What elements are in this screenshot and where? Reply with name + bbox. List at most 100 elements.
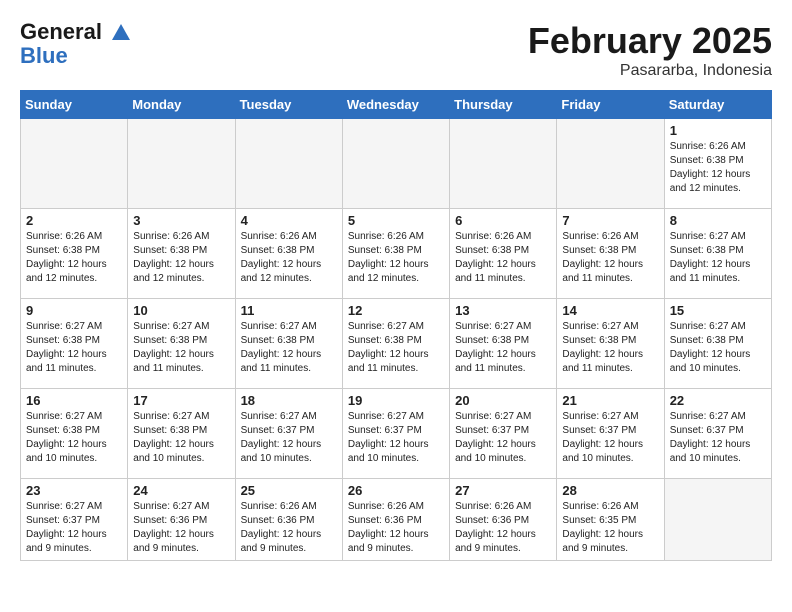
day-info: Sunrise: 6:26 AM Sunset: 6:36 PM Dayligh… <box>348 500 444 556</box>
page-header: General Blue February 2025 Pasararba, In… <box>20 20 772 80</box>
logo-text-general: General <box>20 19 102 44</box>
day-info: Sunrise: 6:26 AM Sunset: 6:38 PM Dayligh… <box>670 140 766 196</box>
calendar-cell: 5Sunrise: 6:26 AM Sunset: 6:38 PM Daylig… <box>342 209 449 299</box>
day-number: 20 <box>455 393 551 408</box>
title-block: February 2025 Pasararba, Indonesia <box>528 20 772 80</box>
day-number: 2 <box>26 213 122 228</box>
calendar-cell: 13Sunrise: 6:27 AM Sunset: 6:38 PM Dayli… <box>450 299 557 389</box>
calendar-cell: 3 Sunrise: 6:26 AM Sunset: 6:38 PM Daylig… <box>128 209 235 299</box>
calendar-week-row: 9 Sunrise: 6:27 AM Sunset: 6:38 PM Daylig… <box>21 299 772 389</box>
day-info: Sunrise: 6:26 AM Sunset: 6:36 PM Dayligh… <box>241 500 337 556</box>
day-number: 3 <box>133 213 229 228</box>
day-info: Sunrise: 6:27 AM Sunset: 6:38 PM Dayligh… <box>562 320 658 376</box>
calendar-cell: 20 Sunrise: 6:27 AM Sunset: 6:37 PM Dayli… <box>450 389 557 479</box>
calendar-cell <box>557 119 664 209</box>
logo-text-blue: Blue <box>20 44 132 68</box>
location-subtitle: Pasararba, Indonesia <box>528 62 772 80</box>
day-info: Sunrise: 6:27 AM Sunset: 6:36 PM Dayligh… <box>133 500 229 556</box>
calendar-cell <box>128 119 235 209</box>
day-info: Sunrise: 6:27 AM Sunset: 6:38 PM Dayligh… <box>133 320 229 376</box>
day-number: 19 <box>348 393 444 408</box>
day-info: Sunrise: 6:26 AM Sunset: 6:36 PM Dayligh… <box>455 500 551 556</box>
day-header-sunday: Sunday <box>21 91 128 119</box>
calendar-cell: 2 Sunrise: 6:26 AM Sunset: 6:38 PM Daylig… <box>21 209 128 299</box>
day-info: Sunrise: 6:27 AM Sunset: 6:38 PM Dayligh… <box>455 320 551 376</box>
day-number: 18 <box>241 393 337 408</box>
day-number: 16 <box>26 393 122 408</box>
day-info: Sunrise: 6:27 AM Sunset: 6:37 PM Dayligh… <box>562 410 658 466</box>
calendar-cell <box>450 119 557 209</box>
day-info: Sunrise: 6:26 AM Sunset: 6:38 PM Dayligh… <box>133 230 229 286</box>
day-info: Sunrise: 6:26 AM Sunset: 6:38 PM Dayligh… <box>348 230 444 286</box>
calendar-cell: 9 Sunrise: 6:27 AM Sunset: 6:38 PM Daylig… <box>21 299 128 389</box>
calendar-cell: 15 Sunrise: 6:27 AM Sunset: 6:38 PM Dayli… <box>664 299 771 389</box>
calendar-cell: 6 Sunrise: 6:26 AM Sunset: 6:38 PM Daylig… <box>450 209 557 299</box>
day-number: 26 <box>348 483 444 498</box>
calendar-cell: 12 Sunrise: 6:27 AM Sunset: 6:38 PM Dayli… <box>342 299 449 389</box>
calendar-cell: 11 Sunrise: 6:27 AM Sunset: 6:38 PM Dayli… <box>235 299 342 389</box>
day-number: 9 <box>26 303 122 318</box>
day-number: 8 <box>670 213 766 228</box>
day-number: 6 <box>455 213 551 228</box>
day-info: Sunrise: 6:27 AM Sunset: 6:38 PM Dayligh… <box>241 320 337 376</box>
calendar-cell: 8 Sunrise: 6:27 AM Sunset: 6:38 PM Daylig… <box>664 209 771 299</box>
calendar-week-row: 1 Sunrise: 6:26 AM Sunset: 6:38 PM Daylig… <box>21 119 772 209</box>
day-number: 4 <box>241 213 337 228</box>
day-number: 15 <box>670 303 766 318</box>
calendar-cell: 1 Sunrise: 6:26 AM Sunset: 6:38 PM Daylig… <box>664 119 771 209</box>
day-number: 11 <box>241 303 337 318</box>
calendar-cell: 7 Sunrise: 6:26 AM Sunset: 6:38 PM Daylig… <box>557 209 664 299</box>
day-number: 17 <box>133 393 229 408</box>
day-header-monday: Monday <box>128 91 235 119</box>
day-info: Sunrise: 6:27 AM Sunset: 6:37 PM Dayligh… <box>241 410 337 466</box>
calendar-cell: 21 Sunrise: 6:27 AM Sunset: 6:37 PM Dayli… <box>557 389 664 479</box>
month-title: February 2025 <box>528 20 772 62</box>
calendar-cell: 10 Sunrise: 6:27 AM Sunset: 6:38 PM Dayli… <box>128 299 235 389</box>
calendar-cell <box>235 119 342 209</box>
calendar-cell <box>342 119 449 209</box>
calendar-cell: 24Sunrise: 6:27 AM Sunset: 6:36 PM Dayli… <box>128 479 235 561</box>
day-number: 7 <box>562 213 658 228</box>
day-info: Sunrise: 6:26 AM Sunset: 6:38 PM Dayligh… <box>26 230 122 286</box>
day-header-tuesday: Tuesday <box>235 91 342 119</box>
logo-icon <box>110 22 132 44</box>
day-info: Sunrise: 6:26 AM Sunset: 6:38 PM Dayligh… <box>455 230 551 286</box>
calendar-cell: 25 Sunrise: 6:26 AM Sunset: 6:36 PM Dayli… <box>235 479 342 561</box>
calendar-week-row: 2 Sunrise: 6:26 AM Sunset: 6:38 PM Daylig… <box>21 209 772 299</box>
calendar-table: SundayMondayTuesdayWednesdayThursdayFrid… <box>20 90 772 561</box>
calendar-cell: 17Sunrise: 6:27 AM Sunset: 6:38 PM Dayli… <box>128 389 235 479</box>
day-info: Sunrise: 6:27 AM Sunset: 6:38 PM Dayligh… <box>670 320 766 376</box>
calendar-week-row: 16 Sunrise: 6:27 AM Sunset: 6:38 PM Dayli… <box>21 389 772 479</box>
day-info: Sunrise: 6:27 AM Sunset: 6:38 PM Dayligh… <box>26 320 122 376</box>
day-number: 25 <box>241 483 337 498</box>
day-info: Sunrise: 6:27 AM Sunset: 6:38 PM Dayligh… <box>348 320 444 376</box>
day-info: Sunrise: 6:26 AM Sunset: 6:35 PM Dayligh… <box>562 500 658 556</box>
day-info: Sunrise: 6:26 AM Sunset: 6:38 PM Dayligh… <box>562 230 658 286</box>
day-info: Sunrise: 6:27 AM Sunset: 6:38 PM Dayligh… <box>670 230 766 286</box>
day-number: 12 <box>348 303 444 318</box>
calendar-week-row: 23 Sunrise: 6:27 AM Sunset: 6:37 PM Dayli… <box>21 479 772 561</box>
day-header-saturday: Saturday <box>664 91 771 119</box>
calendar-cell: 4 Sunrise: 6:26 AM Sunset: 6:38 PM Daylig… <box>235 209 342 299</box>
calendar-cell: 16 Sunrise: 6:27 AM Sunset: 6:38 PM Dayli… <box>21 389 128 479</box>
day-info: Sunrise: 6:27 AM Sunset: 6:37 PM Dayligh… <box>670 410 766 466</box>
calendar-cell: 19 Sunrise: 6:27 AM Sunset: 6:37 PM Dayli… <box>342 389 449 479</box>
day-info: Sunrise: 6:27 AM Sunset: 6:37 PM Dayligh… <box>26 500 122 556</box>
day-number: 14 <box>562 303 658 318</box>
calendar-cell: 23 Sunrise: 6:27 AM Sunset: 6:37 PM Dayli… <box>21 479 128 561</box>
day-number: 10 <box>133 303 229 318</box>
calendar-header-row: SundayMondayTuesdayWednesdayThursdayFrid… <box>21 91 772 119</box>
day-number: 21 <box>562 393 658 408</box>
calendar-cell: 26 Sunrise: 6:26 AM Sunset: 6:36 PM Dayli… <box>342 479 449 561</box>
day-number: 1 <box>670 123 766 138</box>
day-info: Sunrise: 6:27 AM Sunset: 6:38 PM Dayligh… <box>26 410 122 466</box>
day-info: Sunrise: 6:27 AM Sunset: 6:37 PM Dayligh… <box>455 410 551 466</box>
day-header-friday: Friday <box>557 91 664 119</box>
day-number: 23 <box>26 483 122 498</box>
day-info: Sunrise: 6:26 AM Sunset: 6:38 PM Dayligh… <box>241 230 337 286</box>
calendar-cell <box>664 479 771 561</box>
day-info: Sunrise: 6:27 AM Sunset: 6:37 PM Dayligh… <box>348 410 444 466</box>
day-number: 22 <box>670 393 766 408</box>
calendar-cell: 27Sunrise: 6:26 AM Sunset: 6:36 PM Dayli… <box>450 479 557 561</box>
day-header-thursday: Thursday <box>450 91 557 119</box>
